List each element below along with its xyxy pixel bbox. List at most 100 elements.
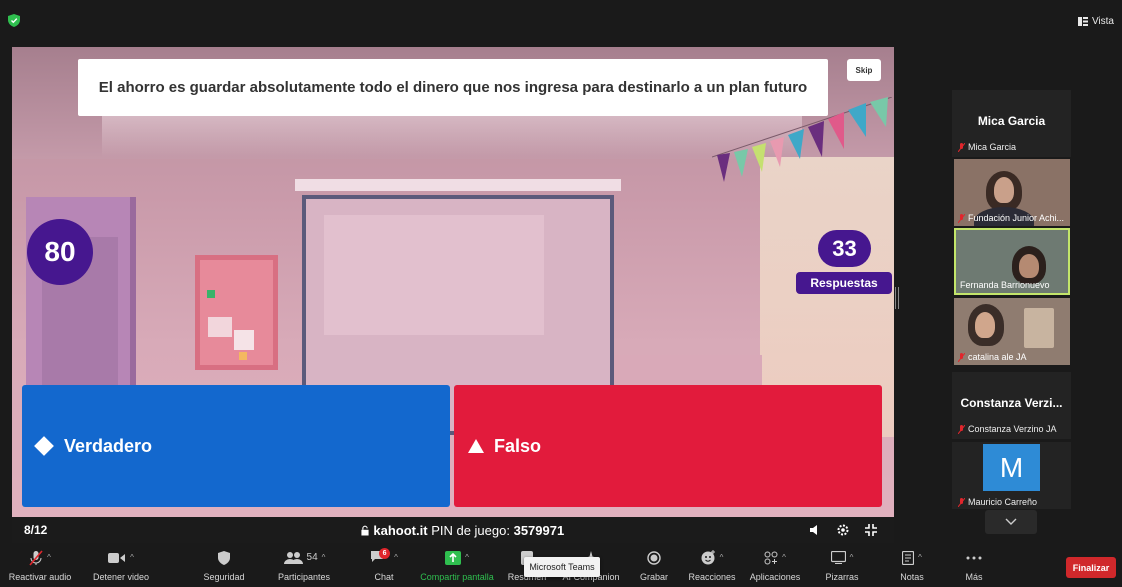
- chevron-up-icon[interactable]: ^: [465, 553, 469, 562]
- participant-tile[interactable]: Constanza Verzi... Constanza Verzino JA: [952, 372, 1071, 439]
- whiteboard-icon: [830, 551, 846, 564]
- chevron-up-icon[interactable]: ^: [322, 553, 326, 562]
- mic-muted-icon: [958, 142, 965, 152]
- gallery-scroll-down-button[interactable]: [985, 510, 1037, 534]
- chevron-up-icon[interactable]: ^: [47, 553, 51, 562]
- background-note: [234, 330, 254, 350]
- participant-label: Fernanda Barrionuevo: [960, 280, 1050, 290]
- shared-screen: El ahorro es guardar absolutamente todo …: [12, 47, 894, 543]
- background-screen-panel: [324, 215, 544, 335]
- participant-label: catalina ale JA: [958, 352, 1027, 362]
- avatar: M: [983, 444, 1040, 491]
- apps-icon: [764, 551, 778, 564]
- fullscreen-icon[interactable]: [864, 523, 878, 537]
- site-url: kahoot.it: [373, 522, 428, 538]
- background-pin: [239, 352, 247, 360]
- answer-option-true[interactable]: Verdadero: [22, 385, 450, 507]
- view-label: Vista: [1091, 16, 1114, 27]
- participant-name: Fernanda Barrionuevo: [960, 280, 1050, 290]
- emoji-reaction-icon: [701, 550, 715, 565]
- volume-icon[interactable]: [808, 523, 822, 537]
- more-label: Más: [965, 572, 983, 582]
- more-button[interactable]: Más: [956, 546, 992, 587]
- participant-tile[interactable]: M Mauricio Carreño: [952, 442, 1071, 509]
- chevron-up-icon[interactable]: ^: [850, 553, 854, 562]
- notes-icon: [902, 550, 915, 565]
- record-button[interactable]: Grabar: [634, 546, 674, 587]
- participant-video-tile[interactable]: Fundación Junior Achi...: [954, 159, 1070, 226]
- chat-label: Chat: [374, 572, 394, 582]
- chat-unread-badge: 6: [379, 547, 391, 559]
- participants-count: 54: [306, 552, 318, 563]
- view-button[interactable]: Vista: [1077, 16, 1114, 27]
- game-pin: 3579971: [513, 522, 565, 538]
- settings-gear-icon[interactable]: [836, 523, 850, 537]
- answers-count: 33: [818, 230, 871, 267]
- answer-label: Verdadero: [64, 435, 153, 456]
- notes-label: Notas: [900, 572, 924, 582]
- participant-name: Constanza Verzino JA: [968, 424, 1057, 434]
- participant-label: Mica Garcia: [958, 142, 1016, 152]
- chevron-up-icon[interactable]: ^: [130, 553, 134, 562]
- apps-button[interactable]: ^ Aplicaciones: [744, 546, 806, 587]
- shield-icon: [218, 550, 230, 565]
- skip-button[interactable]: Skip: [847, 59, 881, 81]
- security-label: Seguridad: [203, 572, 245, 582]
- background-pin: [207, 290, 215, 298]
- participant-name: Fundación Junior Achi...: [968, 213, 1065, 223]
- notes-button[interactable]: ^ Notas: [892, 546, 932, 587]
- mic-muted-icon: [958, 352, 965, 362]
- kahoot-status-bar: 8/12 kahoot.it PIN de juego: 3579971: [12, 517, 894, 543]
- chevron-down-icon: [1005, 518, 1017, 525]
- share-screen-button[interactable]: ^ Compartir pantalla: [416, 546, 498, 587]
- diamond-icon: [34, 436, 54, 456]
- unmute-label: Reactivar audio: [8, 572, 72, 582]
- countdown-timer: 80: [27, 219, 93, 285]
- lock-icon: [361, 525, 369, 535]
- share-screen-label: Compartir pantalla: [420, 572, 494, 582]
- participant-label: Fundación Junior Achi...: [958, 213, 1064, 223]
- chevron-up-icon[interactable]: ^: [918, 553, 922, 562]
- end-meeting-button[interactable]: Finalizar: [1066, 557, 1116, 578]
- record-icon: [647, 550, 661, 565]
- participants-button[interactable]: 54 ^ Participantes: [266, 546, 342, 587]
- tooltip: Microsoft Teams: [524, 557, 600, 577]
- chevron-up-icon[interactable]: ^: [782, 553, 786, 562]
- chevron-up-icon[interactable]: ^: [394, 553, 398, 562]
- security-button[interactable]: Seguridad: [196, 546, 252, 587]
- chevron-up-icon[interactable]: ^: [720, 553, 724, 562]
- game-pin-info: kahoot.it PIN de juego: 3579971: [332, 523, 592, 538]
- participant-tile[interactable]: Mica Garcia Mica Garcia: [952, 90, 1071, 157]
- mic-muted-icon: [29, 549, 43, 566]
- mic-muted-icon: [958, 497, 965, 507]
- participant-name: Mica Garcia: [968, 142, 1017, 152]
- participant-label: Mauricio Carreño: [958, 497, 1037, 507]
- participant-display-name: Mica Garcia: [977, 114, 1046, 128]
- participants-icon: [283, 551, 303, 564]
- mic-muted-icon: [958, 424, 965, 434]
- participant-video-tile-active[interactable]: Fernanda Barrionuevo: [954, 228, 1070, 295]
- unmute-button[interactable]: ^ Reactivar audio: [0, 546, 80, 587]
- answer-label: Falso: [494, 435, 542, 456]
- share-screen-icon: [445, 550, 462, 565]
- reactions-button[interactable]: ^ Reacciones: [684, 546, 740, 587]
- split-drag-handle[interactable]: [895, 287, 899, 309]
- participant-display-name: Constanza Verzi...: [960, 396, 1063, 410]
- background-projector-bar: [295, 179, 621, 191]
- answers-label: Respuestas: [796, 272, 892, 294]
- grid-view-icon: [1077, 17, 1088, 26]
- triangle-icon: [468, 439, 484, 453]
- stop-video-button[interactable]: ^ Detener video: [86, 546, 156, 587]
- participant-video-tile[interactable]: catalina ale JA: [954, 298, 1070, 365]
- answer-option-false[interactable]: Falso: [454, 385, 882, 507]
- record-label: Grabar: [639, 572, 668, 582]
- window-topbar: Vista: [0, 0, 1122, 44]
- chat-button[interactable]: 6 ^ Chat: [360, 546, 408, 587]
- question-text: El ahorro es guardar absolutamente todo …: [78, 59, 828, 116]
- whiteboards-button[interactable]: ^ Pizarras: [816, 546, 868, 587]
- stop-video-label: Detener video: [92, 572, 150, 582]
- mic-muted-icon: [958, 213, 965, 223]
- background-corkboard: [195, 255, 278, 370]
- more-dots-icon: [966, 556, 982, 559]
- pin-label: PIN de juego:: [431, 522, 510, 538]
